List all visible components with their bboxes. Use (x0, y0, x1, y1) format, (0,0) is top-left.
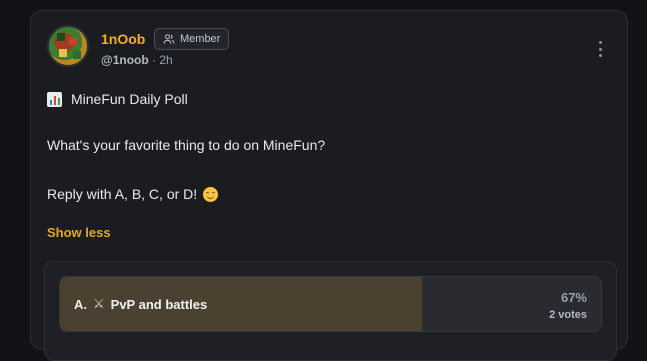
avatar[interactable] (47, 25, 89, 67)
poll-option-votes: 2 votes (549, 309, 587, 321)
post-time: · 2h (152, 53, 173, 67)
author-username[interactable]: 1nOob (101, 31, 145, 47)
poll-option-letter: A. (74, 296, 87, 312)
smiling-face-icon (203, 186, 219, 202)
poll-option-percent: 67% (560, 290, 587, 305)
author-meta: @1noob · 2h (101, 53, 173, 67)
crossed-swords-icon: ⚔ (93, 296, 105, 311)
more-vertical-icon[interactable] (597, 41, 603, 57)
member-badge: Member (154, 28, 230, 50)
bar-chart-icon (47, 91, 62, 107)
show-less-button[interactable]: Show less (47, 225, 111, 240)
post-title: MineFun Daily Poll (71, 91, 188, 107)
poll-option-text: PvP and battles (110, 296, 208, 312)
post-question: What's your favorite thing to do on Mine… (47, 137, 326, 153)
post-card: 1nOob Member @1noob · 2h MineFun Daily P… (30, 10, 628, 361)
post-instruction-line: Reply with A, B, C, or D! (47, 186, 219, 202)
poll-container: A. ⚔ PvP and battles 67% 2 votes (44, 261, 617, 361)
member-badge-label: Member (180, 33, 221, 45)
post-instruction: Reply with A, B, C, or D! (47, 186, 198, 202)
users-icon (163, 34, 175, 44)
author-handle[interactable]: @1noob (101, 53, 149, 67)
post-title-line: MineFun Daily Poll (47, 91, 188, 107)
poll-option[interactable]: A. ⚔ PvP and battles 67% 2 votes (59, 276, 602, 332)
poll-option-label: A. ⚔ PvP and battles (74, 296, 207, 312)
